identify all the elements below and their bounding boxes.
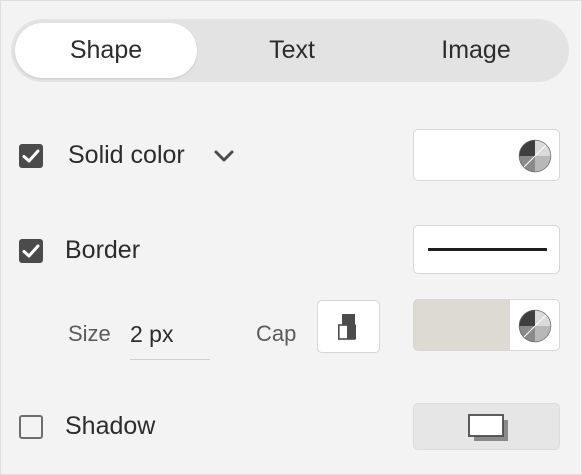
shadow-style-picker[interactable]: [413, 403, 560, 450]
solid-color-checkbox[interactable]: [19, 144, 43, 168]
shadow-label: Shadow: [65, 412, 156, 440]
fill-color-well[interactable]: [413, 129, 560, 181]
border-line-preview: [428, 248, 547, 251]
cap-style-button[interactable]: [317, 300, 380, 353]
border-color-well[interactable]: [413, 299, 560, 351]
tab-shape[interactable]: Shape: [15, 23, 197, 78]
solid-color-label: Solid color: [68, 141, 185, 169]
tab-bar: Shape Text Image: [11, 19, 569, 82]
border-style-picker[interactable]: [413, 225, 560, 274]
border-size-input[interactable]: 2 px: [130, 314, 210, 360]
cap-label: Cap: [256, 321, 297, 346]
drop-shadow-icon: [468, 414, 508, 441]
shape-properties-panel: Shape Text Image Solid color Border Size…: [0, 0, 582, 475]
size-label: Size: [68, 321, 111, 346]
border-label: Border: [65, 236, 141, 264]
color-wheel-icon: [518, 309, 552, 343]
shadow-checkbox[interactable]: [19, 415, 43, 439]
border-checkbox[interactable]: [19, 239, 43, 263]
border-size-value: 2 px: [130, 321, 174, 347]
color-wheel-icon: [518, 139, 552, 173]
checkmark-icon: [22, 244, 40, 258]
checkmark-icon: [22, 149, 40, 163]
tab-text[interactable]: Text: [199, 23, 385, 78]
tab-image[interactable]: Image: [385, 23, 567, 78]
line-cap-icon: [338, 314, 356, 340]
chevron-down-icon[interactable]: [211, 145, 237, 167]
